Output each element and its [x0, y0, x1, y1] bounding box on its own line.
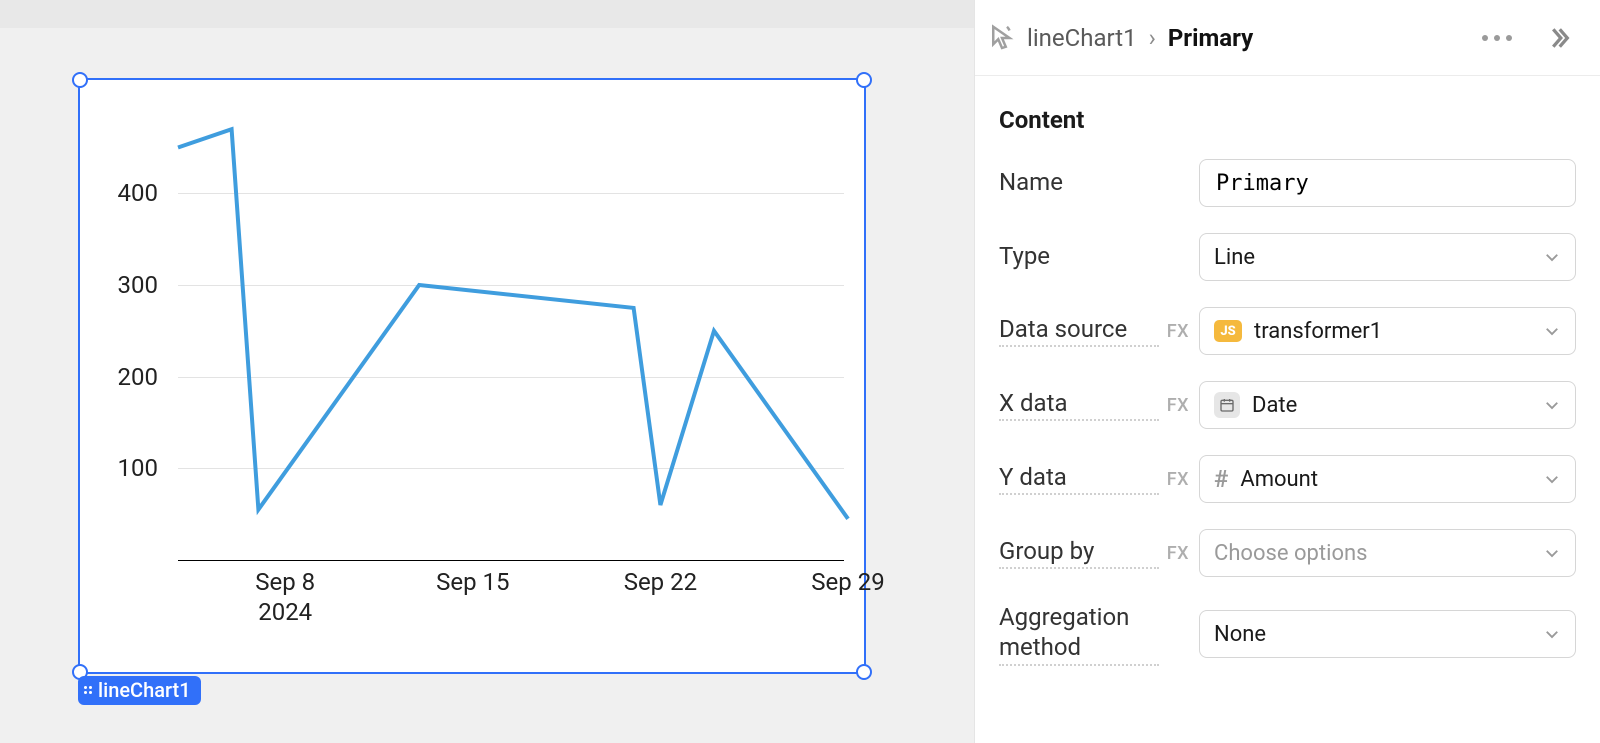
calendar-icon: [1214, 392, 1240, 418]
type-select[interactable]: Line: [1199, 233, 1576, 281]
aggregation-select-value: None: [1214, 622, 1266, 647]
ydata-select[interactable]: # Amount: [1199, 455, 1576, 503]
groupby-select[interactable]: Choose options: [1199, 529, 1576, 577]
inspector-panel: lineChart1 › Primary Content Name: [974, 0, 1600, 743]
component-tag[interactable]: lineChart1: [78, 676, 201, 705]
component-tag-label: lineChart1: [98, 678, 191, 702]
inspector-body: Content Name Type Line: [975, 76, 1600, 690]
more-menu-button[interactable]: [1482, 35, 1512, 41]
groupby-select-placeholder: Choose options: [1214, 541, 1368, 566]
field-label-name: Name: [999, 168, 1159, 198]
resize-handle-bottom-right[interactable]: [856, 664, 872, 680]
number-icon: #: [1214, 465, 1228, 493]
drag-handle-icon: [84, 686, 92, 694]
canvas-topbar: [0, 0, 974, 28]
chevron-down-icon: [1543, 470, 1561, 488]
xdata-select-value: Date: [1252, 393, 1297, 418]
field-row-type: Type Line: [999, 232, 1576, 282]
canvas[interactable]: 100200300400Sep 82024Sep 15Sep 22Sep 29 …: [0, 0, 974, 743]
name-input[interactable]: [1199, 159, 1576, 207]
resize-handle-top-left[interactable]: [72, 72, 88, 88]
crumb-component[interactable]: lineChart1: [1027, 24, 1137, 52]
field-label-aggregation: Aggregation method: [999, 602, 1159, 666]
breadcrumb: lineChart1 › Primary: [1027, 24, 1472, 52]
field-row-name: Name: [999, 158, 1576, 208]
aggregation-select[interactable]: None: [1199, 610, 1576, 658]
fx-toggle-xdata[interactable]: FX: [1159, 395, 1199, 416]
field-label-groupby: Group by: [999, 537, 1159, 569]
chart: 100200300400Sep 82024Sep 15Sep 22Sep 29: [96, 110, 848, 642]
section-title-content: Content: [999, 106, 1576, 134]
field-row-aggregation: Aggregation method None: [999, 602, 1576, 666]
datasource-select-value: transformer1: [1254, 319, 1382, 344]
chevron-right-icon: ›: [1149, 24, 1156, 52]
datasource-select[interactable]: JS transformer1: [1199, 307, 1576, 355]
chevron-down-icon: [1543, 625, 1561, 643]
crumb-series: Primary: [1168, 24, 1253, 52]
cursor-icon: [987, 23, 1017, 53]
app-root: 100200300400Sep 82024Sep 15Sep 22Sep 29 …: [0, 0, 1600, 743]
fx-toggle-datasource[interactable]: FX: [1159, 321, 1199, 342]
field-row-datasource: Data source FX JS transformer1: [999, 306, 1576, 356]
chevron-down-icon: [1543, 248, 1561, 266]
selected-linechart[interactable]: 100200300400Sep 82024Sep 15Sep 22Sep 29: [78, 78, 866, 674]
ydata-select-value: Amount: [1240, 467, 1318, 492]
canvas-grid-dots: [0, 28, 974, 50]
field-label-ydata: Y data: [999, 463, 1159, 495]
name-input-text[interactable]: [1214, 170, 1561, 197]
field-row-xdata: X data FX Date: [999, 380, 1576, 430]
chevron-down-icon: [1543, 322, 1561, 340]
expand-panel-icon[interactable]: [1550, 25, 1576, 51]
field-label-xdata: X data: [999, 389, 1159, 421]
js-icon: JS: [1214, 320, 1242, 342]
field-label-type: Type: [999, 242, 1159, 272]
fx-toggle-ydata[interactable]: FX: [1159, 469, 1199, 490]
fx-toggle-groupby[interactable]: FX: [1159, 543, 1199, 564]
chart-line: [96, 110, 852, 646]
field-row-groupby: Group by FX Choose options: [999, 528, 1576, 578]
chevron-down-icon: [1543, 396, 1561, 414]
inspector-header: lineChart1 › Primary: [975, 0, 1600, 76]
type-select-value: Line: [1214, 245, 1255, 270]
xdata-select[interactable]: Date: [1199, 381, 1576, 429]
chevron-down-icon: [1543, 544, 1561, 562]
field-label-datasource: Data source: [999, 315, 1159, 347]
resize-handle-top-right[interactable]: [856, 72, 872, 88]
field-row-ydata: Y data FX # Amount: [999, 454, 1576, 504]
